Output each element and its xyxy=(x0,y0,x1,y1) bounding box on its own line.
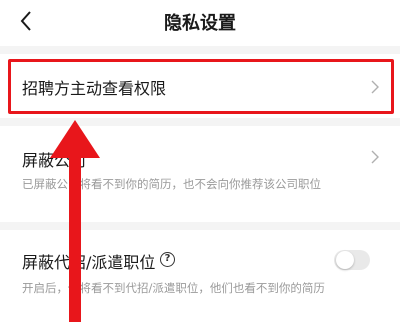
section-divider xyxy=(0,46,400,54)
block-agency-jobs-toggle[interactable] xyxy=(334,250,370,270)
toggle-knob xyxy=(336,251,354,269)
section-divider xyxy=(0,222,400,230)
top-bar: 隐私设置 xyxy=(0,0,400,44)
setting-block-agency-jobs: 屏蔽代招/派遣职位 开启后，你将看不到代招/派遣职位，他们也看不到你的简历 xyxy=(0,236,400,322)
section-divider xyxy=(0,118,400,126)
setting-block-companies-label: 屏蔽公司 xyxy=(22,151,87,170)
setting-block-companies[interactable]: 屏蔽公司 已屏蔽公司将看不到你的简历，也不会向你推荐该公司职位 xyxy=(0,132,400,212)
setting-block-agency-jobs-description: 开启后，你将看不到代招/派遣职位，他们也看不到你的简历 xyxy=(22,281,325,295)
setting-block-companies-description: 已屏蔽公司将看不到你的简历，也不会向你推荐该公司职位 xyxy=(22,177,321,191)
setting-block-agency-jobs-label: 屏蔽代招/派遣职位 xyxy=(22,253,156,272)
highlight-box xyxy=(8,59,394,114)
chevron-right-icon xyxy=(371,150,379,164)
question-circle-icon[interactable]: ? xyxy=(160,252,175,267)
page-title: 隐私设置 xyxy=(164,13,236,34)
